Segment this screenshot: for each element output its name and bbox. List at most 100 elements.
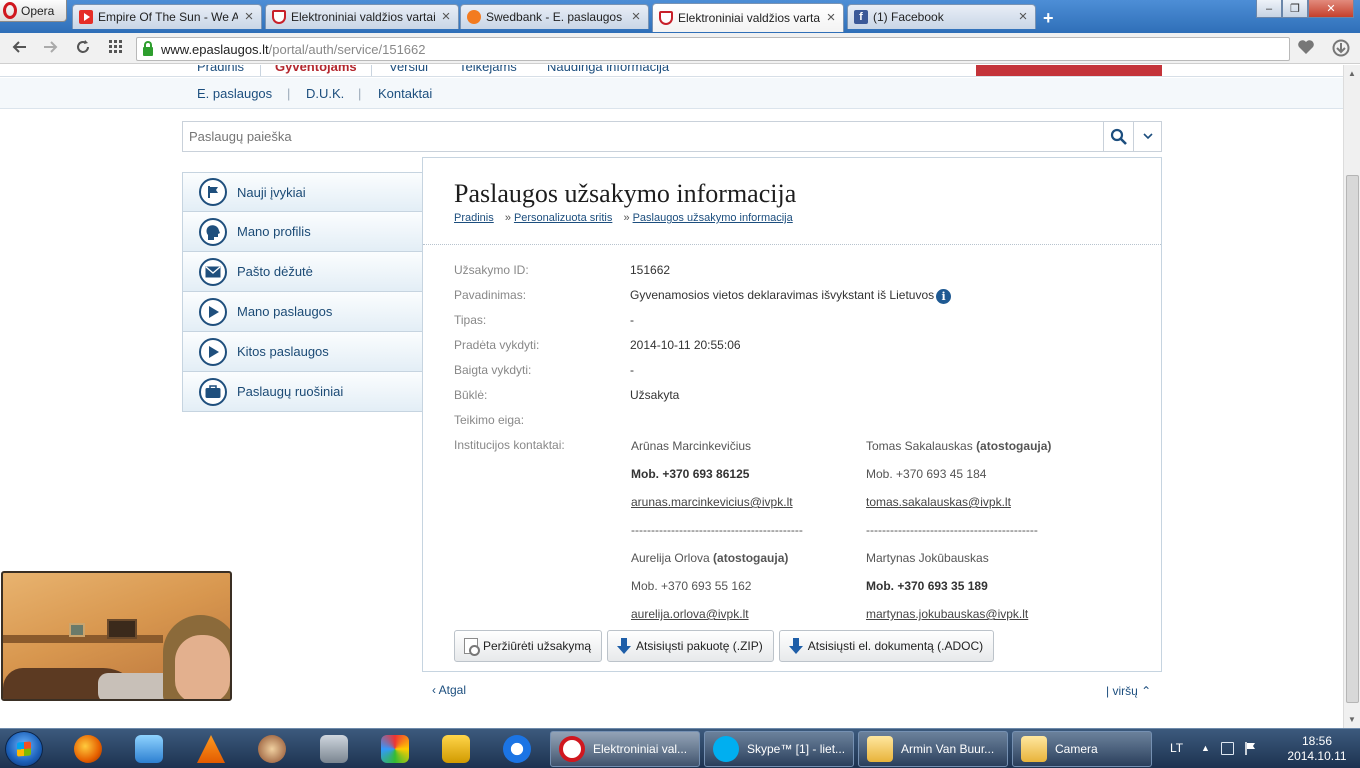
address-bar[interactable]: www.epaslaugos.lt/portal/auth/service/15…	[136, 37, 1290, 61]
back-arrow-icon[interactable]	[10, 39, 30, 59]
main-nav-verslui[interactable]: Verslui	[389, 65, 428, 74]
sidebar-item-nauji-ivykiai[interactable]: Nauji įvykiai	[182, 172, 423, 212]
scroll-down-icon[interactable]: ▼	[1348, 715, 1356, 724]
info-icon[interactable]: i	[936, 289, 952, 304]
webcam-person-face	[175, 635, 230, 699]
subnav-duk[interactable]: D.U.K.	[306, 86, 344, 101]
divider	[423, 244, 1161, 245]
taskbar-task-skype[interactable]: Skype™ [1] - liet...	[704, 731, 854, 767]
main-nav-naudinga[interactable]: Naudinga informacija	[547, 65, 669, 74]
tab-close-icon[interactable]: ×	[1017, 9, 1029, 24]
main-nav-teikejams[interactable]: Teikėjams	[459, 65, 517, 74]
vlc-pinned[interactable]	[189, 733, 233, 765]
winamp-bolt-icon	[442, 735, 470, 763]
paint-app-pinned[interactable]	[373, 733, 417, 765]
login-banner[interactable]	[976, 65, 1162, 76]
facebook-icon: f	[854, 10, 868, 24]
field-label: Pradėta vykdyti:	[454, 338, 540, 352]
tab-title: Empire Of The Sun - We Are	[98, 10, 238, 24]
maximize-button[interactable]: ❐	[1282, 0, 1308, 18]
webcam-preview[interactable]	[1, 571, 232, 701]
tab-close-icon[interactable]: ×	[243, 9, 255, 24]
tab-swedbank[interactable]: Swedbank - E. paslaugos ×	[460, 4, 649, 29]
winamp-pinned[interactable]	[434, 733, 478, 765]
page-scrollbar[interactable]: ▲ ▼	[1343, 65, 1360, 728]
close-window-button[interactable]: ✕	[1308, 0, 1354, 18]
field-value: -	[630, 363, 634, 377]
heart-bookmark-icon[interactable]	[1296, 39, 1316, 59]
camera-app-pinned[interactable]	[312, 733, 356, 765]
contact-email[interactable]: aurelija.orlova@ivpk.lt	[631, 607, 749, 621]
taskbar-task-opera[interactable]: Elektroniniai val...	[550, 731, 700, 767]
search-input[interactable]	[183, 122, 1103, 151]
view-order-button[interactable]: Peržiūrėti užsakymą	[454, 630, 603, 662]
to-top-link[interactable]: | viršų ⌃	[1106, 684, 1151, 698]
field-label: Tipas:	[454, 313, 487, 327]
start-button[interactable]	[5, 731, 43, 767]
windows-taskbar: Elektroniniai val... Skype™ [1] - liet..…	[0, 728, 1360, 768]
contact-email[interactable]: martynas.jokubauskas@ivpk.lt	[866, 607, 1028, 621]
main-nav-pradinis[interactable]: Pradinis	[197, 65, 244, 74]
sidebar-item-label: Paslaugų ruošiniai	[237, 384, 344, 399]
taskbar-task-folder-camera[interactable]: Camera	[1012, 731, 1152, 767]
app-pinned[interactable]	[250, 733, 294, 765]
forward-arrow-icon[interactable]	[40, 39, 60, 59]
tab-close-icon[interactable]: ×	[440, 9, 452, 24]
language-indicator[interactable]: LT	[1170, 741, 1183, 755]
show-hidden-icons-icon[interactable]: ▲	[1201, 743, 1210, 753]
tab-close-icon[interactable]: ×	[825, 10, 837, 25]
tab-close-icon[interactable]: ×	[630, 9, 642, 24]
button-label: Atsisiųsti el. dokumentą (.ADOC)	[807, 639, 984, 653]
webcam-photo-frame	[69, 623, 85, 637]
browser-tab-strip: Opera Empire Of The Sun - We Are × Elekt…	[0, 0, 1360, 33]
lithuania-crest-icon	[659, 11, 673, 25]
search-options-button[interactable]	[1133, 122, 1161, 151]
breadcrumb-link[interactable]: Personalizuota sritis	[514, 212, 612, 224]
taskbar-task-folder-armin[interactable]: Armin Van Buur...	[858, 731, 1008, 767]
breadcrumb-link[interactable]: Paslaugos užsakymo informacija	[633, 212, 793, 224]
download-zip-button[interactable]: Atsisiųsti pakuotę (.ZIP)	[607, 630, 774, 662]
sidebar-item-pasto-dezute[interactable]: Pašto dėžutė	[182, 252, 423, 292]
sidebar-item-mano-paslaugos[interactable]: Mano paslaugos	[182, 292, 423, 332]
network-icon[interactable]	[1221, 742, 1234, 755]
search-button[interactable]	[1103, 122, 1133, 151]
scrollbar-thumb[interactable]	[1346, 175, 1359, 703]
flag-icon	[199, 178, 227, 206]
tab-facebook[interactable]: f (1) Facebook ×	[847, 4, 1036, 29]
back-link[interactable]: ‹ Atgal	[432, 683, 466, 697]
button-label: Peržiūrėti užsakymą	[483, 639, 592, 653]
scroll-up-icon[interactable]: ▲	[1348, 69, 1356, 78]
tab-youtube[interactable]: Empire Of The Sun - We Are ×	[72, 4, 262, 29]
main-navigation: Pradinis Gyventojams Verslui Teikėjams N…	[0, 65, 1343, 77]
flag-icon[interactable]	[1244, 742, 1257, 755]
speed-dial-grid-icon[interactable]	[106, 39, 126, 59]
clock[interactable]: 18:56 2014.10.11	[1278, 734, 1356, 764]
task-label: Elektroniniai val...	[593, 742, 688, 756]
subnav-e-paslaugos[interactable]: E. paslaugos	[197, 86, 272, 101]
sidebar-item-label: Mano profilis	[237, 224, 311, 239]
sidebar-item-mano-profilis[interactable]: Mano profilis	[182, 212, 423, 252]
contact-email[interactable]: tomas.sakalauskas@ivpk.lt	[866, 495, 1011, 509]
briefcase-icon	[199, 377, 227, 406]
reload-icon[interactable]	[73, 39, 93, 59]
firefox-pinned[interactable]	[66, 733, 110, 765]
contact-email[interactable]: arunas.marcinkevicius@ivpk.lt	[631, 495, 793, 509]
youtube-icon	[79, 10, 93, 24]
breadcrumb-link[interactable]: Pradinis	[454, 212, 494, 224]
opera-menu-button[interactable]: Opera	[0, 0, 67, 22]
teamviewer-pinned[interactable]	[495, 733, 539, 765]
opera-icon	[559, 736, 585, 762]
subnav-kontaktai[interactable]: Kontaktai	[378, 86, 432, 101]
secure-lock-icon	[143, 40, 153, 56]
minimize-button[interactable]: –	[1256, 0, 1282, 18]
new-tab-button[interactable]: +	[1043, 8, 1054, 29]
media-player-pinned[interactable]	[127, 733, 171, 765]
download-adoc-button[interactable]: Atsisiųsti el. dokumentą (.ADOC)	[778, 630, 995, 662]
sidebar-item-paslaugu-ruosiniai[interactable]: Paslaugų ruošiniai	[182, 372, 423, 412]
contact-phone: Mob. +370 693 55 162	[631, 579, 752, 593]
tab-epaslaugos-active[interactable]: Elektroniniai valdžios vartai ×	[652, 3, 844, 32]
main-nav-gyventojams[interactable]: Gyventojams	[275, 65, 357, 74]
sidebar-item-kitos-paslaugos[interactable]: Kitos paslaugos	[182, 332, 423, 372]
downloads-icon[interactable]	[1331, 39, 1351, 59]
tab-epaslaugos-1[interactable]: Elektroniniai valdžios vartai ×	[265, 4, 459, 29]
